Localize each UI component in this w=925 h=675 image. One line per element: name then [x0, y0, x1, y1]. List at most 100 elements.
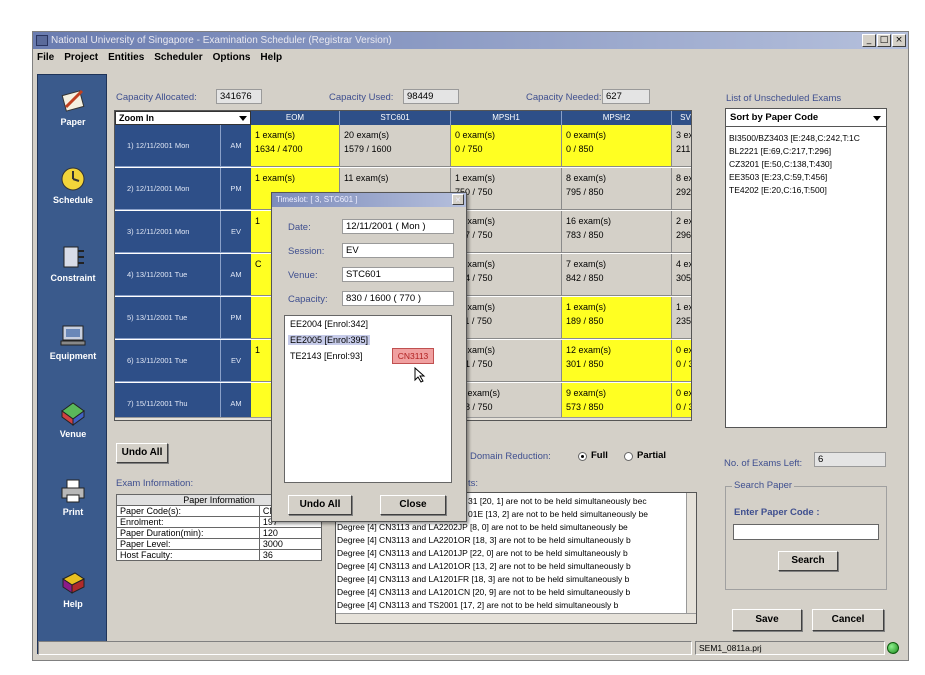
list-item: 01E [13, 2] are not to be held simultane…: [468, 509, 649, 519]
timeslot-cell[interactable]: 2 exam(s) 711 / 750: [451, 297, 562, 339]
cell-exam-count: 1 exam(s): [455, 259, 496, 269]
cell-capacity: 0 / 3: [676, 359, 692, 369]
sidebar-label-constraint: Constraint: [50, 273, 96, 283]
sidebar-item-schedule[interactable]: Schedule: [38, 161, 108, 211]
list-item: 31 [20, 1] are not to be held simultaneo…: [468, 496, 647, 506]
timeslot-cell[interactable]: 8 ex 292: [672, 168, 692, 210]
search-button[interactable]: Search: [778, 551, 838, 571]
timeslot-cell[interactable]: 4 ex 305: [672, 254, 691, 296]
timeslot-cell[interactable]: 8 exam(s) 795 / 850: [562, 168, 672, 210]
timeslot-cell[interactable]: 0 ex 0 / 3: [672, 383, 691, 420]
title-bar[interactable]: National University of Singapore - Exami…: [33, 32, 908, 49]
cell-capacity: 842 / 850: [566, 273, 604, 283]
cell-capacity: 783 / 850: [566, 230, 604, 240]
cell-exam-count: 1 exam(s): [255, 173, 296, 183]
timeslot-cell[interactable]: 3 ex 211: [672, 125, 691, 167]
dialog-close-icon[interactable]: ×: [452, 194, 464, 205]
menu-options[interactable]: Options: [213, 49, 251, 66]
sidebar-item-paper[interactable]: Paper: [38, 83, 108, 133]
zoom-select-label: Zoom In: [119, 113, 154, 123]
sidebar-item-venue[interactable]: Venue: [38, 395, 108, 445]
dialog-date-label: Date:: [288, 222, 311, 233]
sidebar-label-schedule: Schedule: [52, 195, 93, 205]
timeslot-cell[interactable]: 16 exam(s) 783 / 850: [562, 211, 672, 253]
timeslot-cell[interactable]: 12 exam(s) 718 / 750: [451, 383, 562, 420]
conflicts-scrollbar[interactable]: [686, 493, 696, 613]
cell-exam-count: 1 exam(s): [566, 302, 607, 312]
domain-full-radio[interactable]: [578, 452, 587, 461]
zoom-select[interactable]: Zoom In: [115, 111, 251, 125]
dialog-title-bar[interactable]: Timeslot: [ 3, STC601 ] ×: [272, 193, 466, 207]
dialog-session-value: EV: [342, 243, 454, 258]
timeslot-cell[interactable]: 3 exam(s) 661 / 750: [451, 340, 562, 382]
domain-reduction-label: Domain Reduction:: [470, 451, 551, 462]
timeslot-cell[interactable]: 8 exam(s) 637 / 750: [451, 211, 562, 253]
status-indicator-icon: [887, 642, 899, 654]
table-row: Paper Duration(min): 120: [116, 527, 323, 539]
timeslot-cell[interactable]: 0 exam(s) 0 / 850: [562, 125, 672, 167]
list-item[interactable]: EE2004 [Enrol:342]: [288, 319, 370, 329]
list-item: Degree [4] CN3113 and LA1201JP [22, 0] a…: [337, 548, 628, 558]
close-button[interactable]: ×: [892, 34, 906, 47]
list-item[interactable]: CZ3201 [E:50,C:138,T:430]: [729, 159, 832, 169]
column-header: MPSH1: [451, 111, 562, 125]
list-item[interactable]: TE4202 [E:20,C:16,T:500]: [729, 185, 827, 195]
cell-capacity: 189 / 850: [566, 316, 604, 326]
cell-exam-count: 8 ex: [676, 173, 692, 183]
dragged-exam-tag[interactable]: CN3113: [392, 348, 434, 364]
menu-project[interactable]: Project: [64, 49, 98, 66]
dialog-close-button[interactable]: Close: [380, 495, 446, 515]
timeslot-cell[interactable]: 1 ex 235: [672, 297, 692, 339]
timeslot-cell[interactable]: 0 exam(s) 0 / 750: [451, 125, 562, 167]
window-title: National University of Singapore - Exami…: [51, 35, 392, 46]
unscheduled-list[interactable]: Sort by Paper Code BI3500/BZ3403 [E:248,…: [725, 108, 887, 428]
cell-exam-count: 8 exam(s): [455, 216, 496, 226]
cell-exam-count: 0 exam(s): [455, 130, 496, 140]
row-session: EV: [220, 211, 251, 253]
timeslot-cell[interactable]: 12 exam(s) 301 / 850: [562, 340, 672, 382]
row-session: AM: [220, 125, 251, 167]
menu-scheduler[interactable]: Scheduler: [154, 49, 202, 66]
sort-select[interactable]: Sort by Paper Code: [726, 109, 886, 127]
capacity-allocated-field: 341676: [216, 89, 262, 104]
menu-entities[interactable]: Entities: [108, 49, 144, 66]
minimize-button[interactable]: _: [862, 34, 876, 47]
sidebar-item-help[interactable]: Help: [38, 565, 108, 615]
dialog-undo-all-button[interactable]: Undo All: [288, 495, 352, 515]
paper-code-input[interactable]: [733, 524, 879, 540]
sidebar-item-print[interactable]: Print: [38, 473, 108, 523]
cell-exam-count: 1 exam(s): [255, 130, 296, 140]
cell-capacity: 235: [676, 316, 692, 326]
maximize-button[interactable]: □: [877, 34, 891, 47]
column-header: SV: [672, 111, 691, 125]
menu-file[interactable]: File: [37, 49, 54, 66]
menu-help[interactable]: Help: [260, 49, 282, 66]
sidebar-item-equipment[interactable]: Equipment: [38, 317, 108, 367]
conflicts-label: ts:: [468, 478, 479, 489]
capacity-allocated-label: Capacity Allocated:: [116, 92, 197, 103]
timeslot-cell[interactable]: 9 exam(s) 573 / 850: [562, 383, 672, 420]
timeslot-cell[interactable]: 1 exam(s) 674 / 750: [451, 254, 562, 296]
list-item[interactable]: BI3500/BZ3403 [E:248,C:242,T:1C: [729, 133, 860, 143]
cancel-button[interactable]: Cancel: [812, 609, 884, 631]
timeslot-cell[interactable]: 1 exam(s) 1634 / 4700: [251, 125, 340, 167]
timeslot-cell[interactable]: 1 exam(s) 189 / 850: [562, 297, 672, 339]
row-session: EV: [220, 340, 251, 382]
timeslot-exam-list[interactable]: EE2004 [Enrol:342] EE2005 [Enrol:395] TE…: [284, 315, 452, 483]
list-item[interactable]: EE2005 [Enrol:395]: [288, 335, 371, 345]
domain-partial-radio[interactable]: [624, 452, 633, 461]
list-item[interactable]: TE2143 [Enrol:93]: [288, 351, 365, 361]
sidebar-item-constraint[interactable]: Constraint: [38, 239, 108, 289]
timeslot-cell[interactable]: 2 ex 296: [672, 211, 691, 253]
timeslot-cell[interactable]: 1 exam(s) 750 / 750: [451, 168, 562, 210]
list-item[interactable]: EE3503 [E:23,C:59,T:456]: [729, 172, 827, 182]
timeslot-cell[interactable]: 0 ex 0 / 3: [672, 340, 692, 382]
row-date: 4) 13/11/2001 Tue: [115, 254, 220, 296]
cell-capacity: 795 / 850: [566, 187, 604, 197]
list-item[interactable]: BL2221 [E:69,C:217,T:296]: [729, 146, 831, 156]
timeslot-cell[interactable]: 20 exam(s) 1579 / 1600: [340, 125, 451, 167]
conflicts-horizontal-scrollbar[interactable]: [336, 613, 696, 623]
timeslot-cell[interactable]: 7 exam(s) 842 / 850: [562, 254, 672, 296]
save-button[interactable]: Save: [732, 609, 802, 631]
undo-all-button[interactable]: Undo All: [116, 443, 168, 463]
